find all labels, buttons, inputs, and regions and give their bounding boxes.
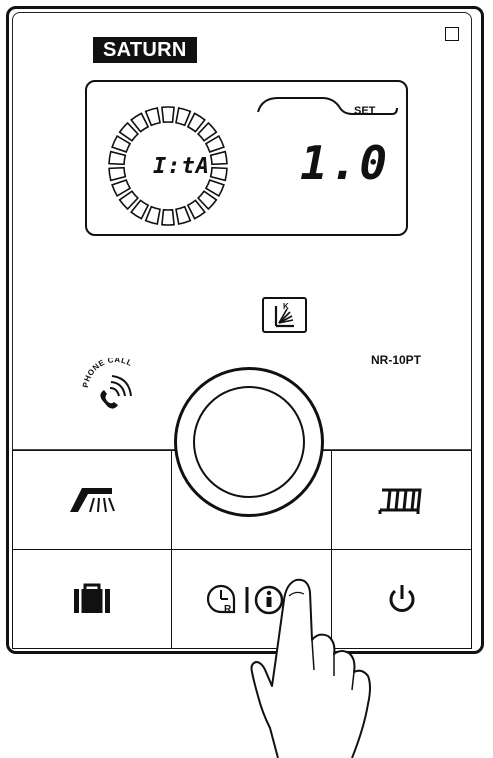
pointing-hand bbox=[250, 578, 371, 758]
